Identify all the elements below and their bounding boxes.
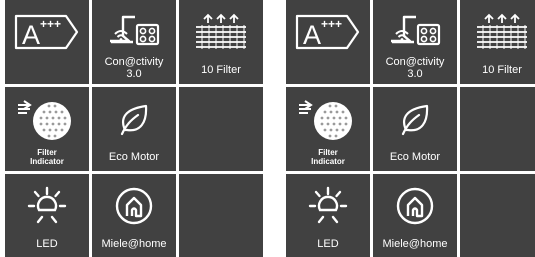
energy-class-tile: A +++	[5, 0, 89, 84]
filter-count-tile: 10 Filter	[179, 0, 263, 84]
hood-hob-connectivity-icon	[92, 6, 176, 58]
connectivity-tile: Con@ctivity 3.0	[373, 0, 457, 84]
miele-home-icon	[373, 180, 457, 232]
filter-indicator-tile: Filter Indicator	[286, 87, 370, 171]
eco-motor-tile: Eco Motor	[92, 87, 176, 171]
energy-class-plus-marks: +++	[40, 17, 61, 31]
filter-count-tile: 10 Filter	[460, 0, 535, 84]
energy-class-a-plus-plus-plus-icon: A +++	[286, 6, 370, 58]
led-tile: LED	[286, 174, 370, 257]
miele-home-label: Miele@home	[382, 238, 448, 250]
filter-indicator-icon	[5, 93, 89, 145]
feature-icon-sheet: A +++ Con@ctivity 3.0 10 Filter Filter I…	[0, 0, 535, 257]
filter-indicator-label: Filter Indicator	[311, 148, 345, 166]
eco-leaf-icon	[92, 93, 176, 145]
energy-class-letter: A	[303, 20, 321, 50]
eco-motor-tile: Eco Motor	[373, 87, 457, 171]
hood-hob-connectivity-icon	[373, 6, 457, 58]
miele-home-icon	[92, 180, 176, 232]
energy-class-plus-marks: +++	[321, 17, 342, 31]
led-light-icon	[286, 180, 370, 232]
miele-home-tile: Miele@home	[92, 174, 176, 257]
miele-home-tile: Miele@home	[373, 174, 457, 257]
filter-layers-icon	[179, 6, 263, 58]
empty-tile	[179, 87, 263, 171]
connectivity-label: Con@ctivity 3.0	[104, 56, 164, 80]
eco-motor-label: Eco Motor	[108, 151, 160, 163]
eco-leaf-icon	[373, 93, 457, 145]
eco-motor-label: Eco Motor	[389, 151, 441, 163]
energy-class-a-plus-plus-plus-icon: A +++	[5, 6, 89, 58]
led-tile: LED	[5, 174, 89, 257]
led-light-icon	[5, 180, 89, 232]
energy-class-letter: A	[22, 20, 40, 50]
empty-tile	[460, 174, 535, 257]
connectivity-tile: Con@ctivity 3.0	[92, 0, 176, 84]
empty-tile	[179, 174, 263, 257]
feature-grid-left: A +++ Con@ctivity 3.0 10 Filter Filter I…	[5, 0, 263, 257]
filter-indicator-tile: Filter Indicator	[5, 87, 89, 171]
feature-grid-right: A +++ Con@ctivity 3.0 10 Filter Filter I…	[286, 0, 535, 257]
energy-class-tile: A +++	[286, 0, 370, 84]
led-label: LED	[36, 238, 58, 250]
led-label: LED	[317, 238, 339, 250]
filter-indicator-icon	[286, 93, 370, 145]
filter-count-label: 10 Filter	[201, 64, 241, 76]
filter-count-label: 10 Filter	[482, 64, 522, 76]
filter-layers-icon	[460, 6, 535, 58]
connectivity-label: Con@ctivity 3.0	[385, 56, 445, 80]
filter-indicator-label: Filter Indicator	[30, 148, 64, 166]
empty-tile	[460, 87, 535, 171]
miele-home-label: Miele@home	[101, 238, 167, 250]
